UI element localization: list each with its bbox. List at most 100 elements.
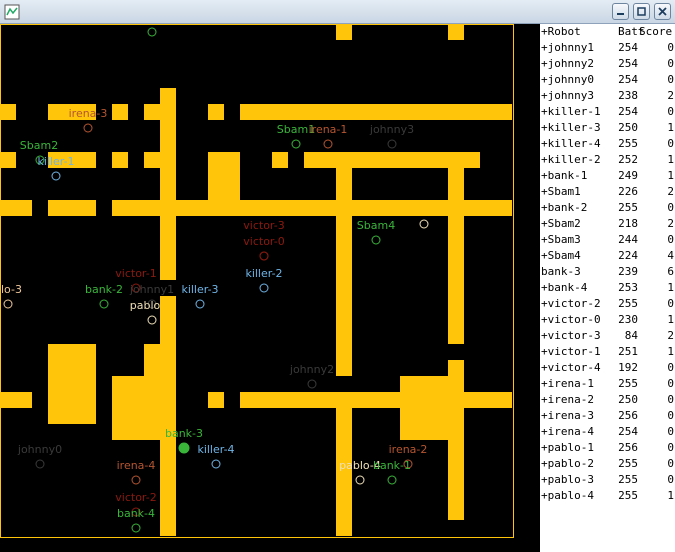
scoreboard-row: +Sbam2 218 2 bbox=[540, 216, 675, 232]
score-cell: 1 bbox=[667, 169, 674, 182]
battery-cell: 254 bbox=[618, 73, 638, 86]
robot-name-cell: +irena-2 bbox=[541, 393, 594, 406]
scoreboard-row: +bank-2 255 0 bbox=[540, 200, 675, 216]
battery-cell: 255 bbox=[618, 377, 638, 390]
battery-cell: 238 bbox=[618, 89, 638, 102]
robot-label: bank-4 bbox=[116, 507, 156, 520]
score-cell: 0 bbox=[667, 377, 674, 390]
scoreboard-row: +Sbam4 224 4 bbox=[540, 248, 675, 264]
robot-name-cell: +victor-3 bbox=[541, 329, 601, 342]
robot-marker bbox=[99, 299, 109, 309]
robot-label: Sbam4 bbox=[356, 219, 396, 232]
robot-label: victor-2 bbox=[115, 491, 157, 504]
robot-marker bbox=[355, 475, 365, 485]
robot-label: johnny3 bbox=[369, 123, 415, 136]
robot-name-cell: +Sbam2 bbox=[541, 217, 581, 230]
scoreboard-row: +irena-3 256 0 bbox=[540, 408, 675, 424]
battery-cell: 253 bbox=[618, 281, 638, 294]
scoreboard-row: +bank-1 249 1 bbox=[540, 168, 675, 184]
robot-marker bbox=[259, 283, 269, 293]
score-cell: 6 bbox=[667, 265, 674, 278]
battery-cell: 250 bbox=[618, 121, 638, 134]
minimize-icon bbox=[617, 13, 624, 15]
scoreboard-row: bank-3 239 6 bbox=[540, 264, 675, 280]
score-cell: 0 bbox=[667, 105, 674, 118]
wall-block bbox=[112, 200, 160, 216]
robot-name-cell: +killer-2 bbox=[541, 153, 601, 166]
score-cell: 2 bbox=[667, 217, 674, 230]
battery-cell: 256 bbox=[618, 441, 638, 454]
score-cell: 0 bbox=[667, 473, 674, 486]
scoreboard-row: +pablo-3 255 0 bbox=[540, 472, 675, 488]
wall-block bbox=[400, 376, 464, 440]
maximize-button[interactable] bbox=[633, 3, 650, 20]
wall-block bbox=[0, 104, 16, 120]
scoreboard-row: +johnny2 254 0 bbox=[540, 56, 675, 72]
score-cell: 1 bbox=[667, 489, 674, 502]
scoreboard-row: +victor-3 84 2 bbox=[540, 328, 675, 344]
battery-cell: 254 bbox=[618, 57, 638, 70]
wall-block bbox=[208, 104, 224, 120]
robot-label: killer-4 bbox=[197, 443, 235, 456]
battery-cell: 254 bbox=[618, 41, 638, 54]
robot-label: irena-2 bbox=[388, 443, 428, 456]
robot-marker bbox=[147, 315, 157, 325]
score-cell: 1 bbox=[667, 121, 674, 134]
score-cell: 0 bbox=[667, 73, 674, 86]
robot-marker bbox=[195, 299, 205, 309]
wall-block bbox=[144, 152, 160, 168]
robot-name-cell: +Sbam3 bbox=[541, 233, 581, 246]
battery-cell: 251 bbox=[618, 345, 638, 358]
robot-name-cell: +johnny0 bbox=[541, 73, 594, 86]
close-button[interactable] bbox=[654, 3, 671, 20]
robot-marker bbox=[323, 139, 333, 149]
robot-marker bbox=[211, 459, 221, 469]
scoreboard-row: +pablo-1 256 0 bbox=[540, 440, 675, 456]
robot-marker bbox=[51, 171, 61, 181]
robot-name-cell: +irena-3 bbox=[541, 409, 594, 422]
robot-marker bbox=[3, 299, 13, 309]
scoreboard-row: +victor-0 230 1 bbox=[540, 312, 675, 328]
robot-name-cell: +johnny2 bbox=[541, 57, 594, 70]
robot-name-cell: +bank-2 bbox=[541, 201, 588, 214]
score-cell: 2 bbox=[667, 89, 674, 102]
score-cell: 4 bbox=[667, 249, 674, 262]
scoreboard-row: +johnny0 254 0 bbox=[540, 72, 675, 88]
robot-label: killer-3 bbox=[181, 283, 219, 296]
robot-name-cell: +pablo-2 bbox=[541, 457, 594, 470]
wall-block bbox=[208, 392, 224, 408]
robot-marker bbox=[387, 475, 397, 485]
score-cell: 0 bbox=[667, 441, 674, 454]
score-cell: 0 bbox=[667, 233, 674, 246]
robot-marker bbox=[307, 379, 317, 389]
robot-name-cell: +victor-2 bbox=[541, 297, 601, 310]
wall-block bbox=[144, 344, 160, 376]
robot-name-cell: +killer-1 bbox=[541, 105, 601, 118]
scoreboard-row: +pablo-2 255 0 bbox=[540, 456, 675, 472]
robot-label: victor-1 bbox=[115, 267, 157, 280]
battery-cell: 255 bbox=[618, 489, 638, 502]
battery-cell: 192 bbox=[618, 361, 638, 374]
scoreboard-row: +pablo-4 255 1 bbox=[540, 488, 675, 504]
robot-name-cell: +johnny3 bbox=[541, 89, 594, 102]
scoreboard-row: +victor-1 251 1 bbox=[540, 344, 675, 360]
robot-name-cell: +pablo-3 bbox=[541, 473, 594, 486]
score-cell: 0 bbox=[667, 297, 674, 310]
wall-block bbox=[160, 88, 176, 280]
wall-block bbox=[336, 408, 352, 536]
scoreboard-row: +bank-4 253 1 bbox=[540, 280, 675, 296]
minimize-button[interactable] bbox=[612, 3, 629, 20]
title-bar[interactable] bbox=[0, 0, 675, 24]
robot-name-cell: +Sbam1 bbox=[541, 185, 581, 198]
robot-label: johnny0 bbox=[17, 443, 63, 456]
battery-cell: 255 bbox=[618, 457, 638, 470]
robot-label: johnny2 bbox=[289, 363, 335, 376]
robot-name-cell: bank-3 bbox=[541, 265, 581, 278]
wall-block bbox=[448, 360, 464, 376]
wall-block bbox=[64, 408, 80, 424]
score-cell: 0 bbox=[667, 41, 674, 54]
robot-name-cell: +bank-1 bbox=[541, 169, 588, 182]
scoreboard-row: +johnny3 238 2 bbox=[540, 88, 675, 104]
robot-label: pablo bbox=[129, 299, 161, 312]
scoreboard-row: +irena-4 254 0 bbox=[540, 424, 675, 440]
